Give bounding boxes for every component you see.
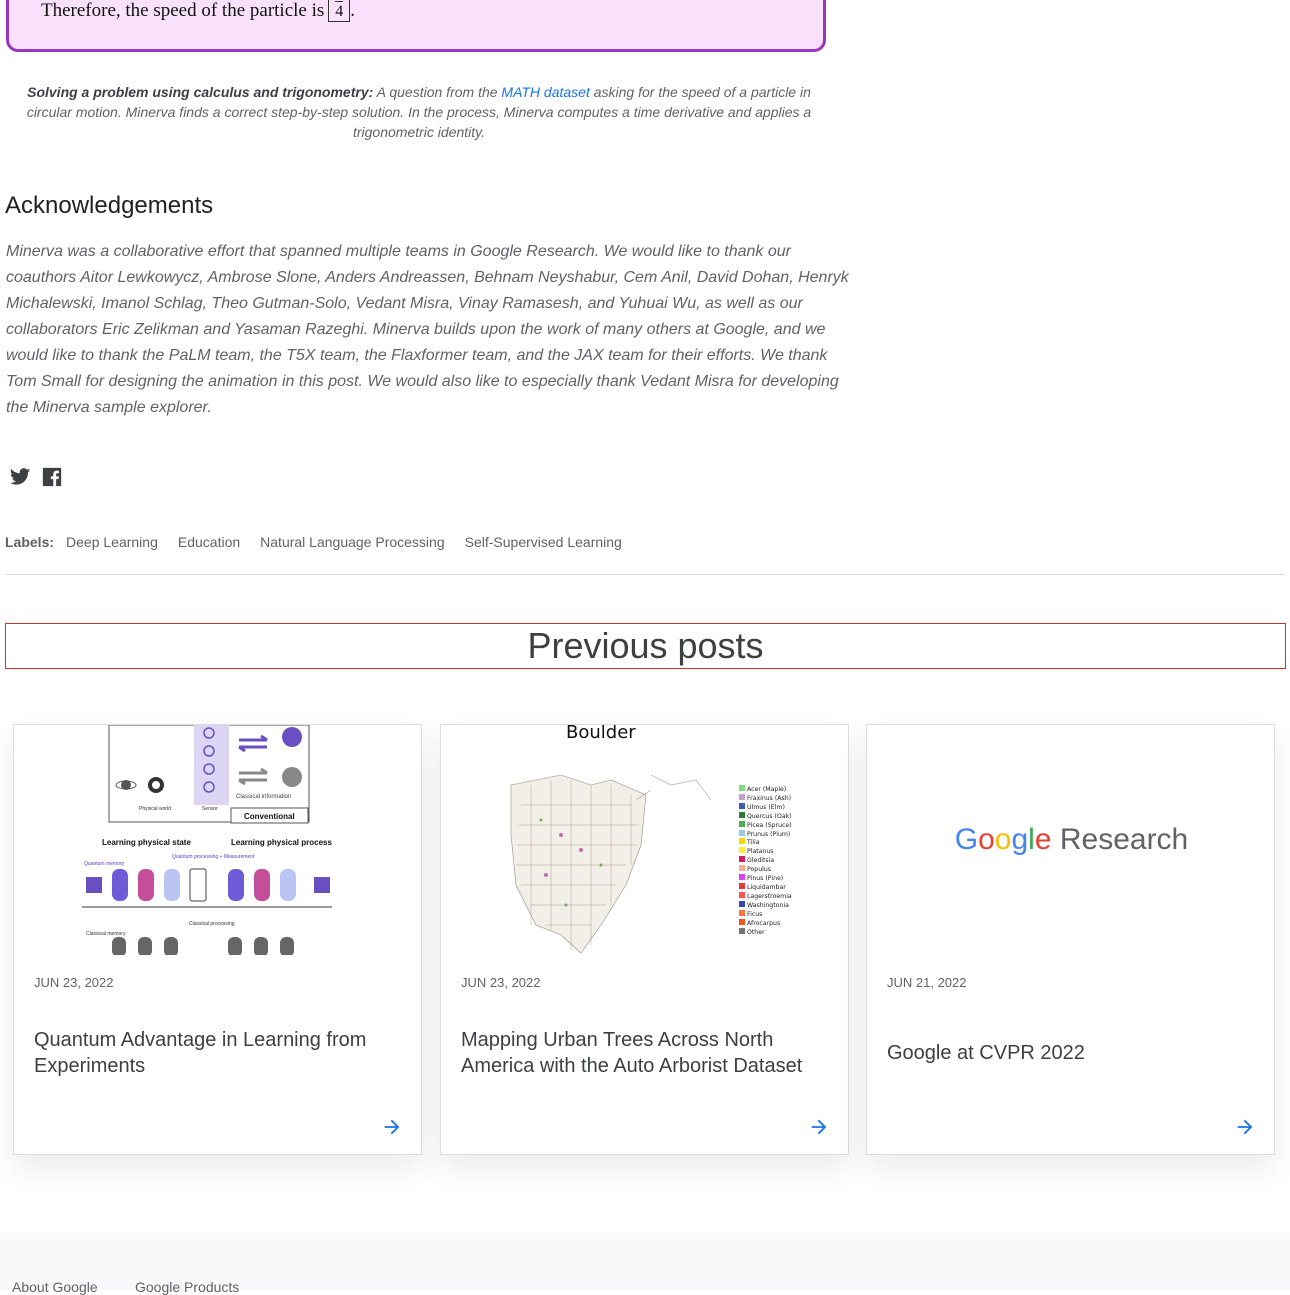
card-title[interactable]: Quantum Advantage in Learning from Exper… xyxy=(34,1027,401,1079)
label-education[interactable]: Education xyxy=(178,534,240,550)
caption-bold: Solving a problem using calculus and tri… xyxy=(27,84,374,100)
card-thumbnail: Physical world Sensor Classical informat… xyxy=(14,725,421,955)
answer-fraction: 3 4 xyxy=(328,0,351,22)
thumb-sensor: Sensor xyxy=(202,806,218,812)
solution-sentence: Therefore, the speed of the particle is xyxy=(41,0,325,21)
thumb-classical-info: Classical information xyxy=(236,794,291,800)
thumb-city: Boulder xyxy=(566,725,636,743)
arrow-right-icon[interactable] xyxy=(381,1116,403,1138)
thumb-qproc: Quantum processing + Measurement xyxy=(172,854,255,860)
figure-caption: Solving a problem using calculus and tri… xyxy=(20,82,818,142)
post-card-trees[interactable]: Boulder Acer (Maple) Fraxinus (Ash) Ulmu… xyxy=(440,724,849,1155)
label-nlp[interactable]: Natural Language Processing xyxy=(260,534,444,550)
card-date: JUN 21, 2022 xyxy=(887,975,967,990)
card-title[interactable]: Google at CVPR 2022 xyxy=(887,1040,1254,1066)
thumb-qmemory: Quantum memory xyxy=(84,861,125,867)
caption-text-1: A question from the xyxy=(373,84,502,100)
labels-row: Labels: Deep Learning Education Natural … xyxy=(5,534,622,550)
arrow-right-icon[interactable] xyxy=(1234,1116,1256,1138)
thumb-classical-memory: Classical memory xyxy=(86,931,126,937)
trees-legend: Acer (Maple) Fraxinus (Ash) Ulmus (Elm) … xyxy=(739,785,799,936)
post-card-quantum[interactable]: Physical world Sensor Classical informat… xyxy=(13,724,422,1155)
footer: About Google Google Products xyxy=(0,1233,1290,1295)
footer-about-google[interactable]: About Google xyxy=(12,1279,98,1295)
math-dataset-link[interactable]: MATH dataset xyxy=(501,84,589,100)
footer-google-products[interactable]: Google Products xyxy=(135,1279,239,1295)
twitter-icon[interactable] xyxy=(9,466,31,488)
label-deep-learning[interactable]: Deep Learning xyxy=(66,534,158,550)
facebook-icon[interactable] xyxy=(41,466,63,488)
acknowledgements-body: Minerva was a collaborative effort that … xyxy=(6,243,849,416)
acknowledgements-heading: Acknowledgements xyxy=(5,192,214,219)
solution-box: Therefore, the speed of the particle is … xyxy=(6,0,826,52)
thumb-state: Learning physical state xyxy=(102,838,191,847)
arrow-right-icon[interactable] xyxy=(808,1116,830,1138)
card-thumbnail: Boulder Acer (Maple) Fraxinus (Ash) Ulmu… xyxy=(441,725,848,955)
google-research-logo: Google Research xyxy=(954,823,1189,856)
thumb-conventional: Conventional xyxy=(244,812,295,821)
thumb-physical: Physical world xyxy=(139,806,171,812)
card-date: JUN 23, 2022 xyxy=(34,975,114,990)
thumb-classical-processing: Classical processing xyxy=(189,921,235,927)
card-date: JUN 23, 2022 xyxy=(461,975,541,990)
card-thumbnail: Google Research xyxy=(867,725,1274,955)
label-self-supervised[interactable]: Self-Supervised Learning xyxy=(465,534,622,550)
divider xyxy=(5,574,1285,575)
labels-title: Labels: xyxy=(5,534,55,550)
share-bar xyxy=(9,466,63,488)
thumb-process: Learning physical process xyxy=(231,838,332,847)
solution-text: Therefore, the speed of the particle is … xyxy=(41,0,355,38)
previous-posts-heading: Previous posts xyxy=(5,623,1286,669)
post-card-cvpr[interactable]: Google Research JUN 21, 2022 Google at C… xyxy=(866,724,1275,1155)
fraction-denominator: 4 xyxy=(335,3,344,20)
card-title[interactable]: Mapping Urban Trees Across North America… xyxy=(461,1027,828,1079)
